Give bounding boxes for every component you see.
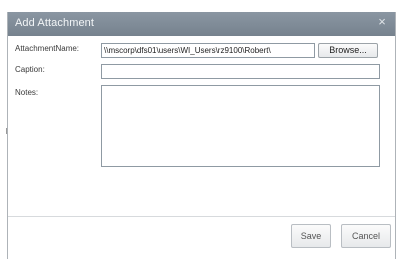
caption-label: Caption: (15, 65, 45, 74)
browse-button[interactable]: Browse... (318, 43, 378, 58)
close-icon[interactable]: × (375, 15, 389, 29)
attachment-name-value: \\mscorp\dfs01\users\WI_Users\rz9100\Rob… (104, 46, 271, 55)
caption-input[interactable] (101, 64, 380, 79)
notes-label: Notes: (15, 88, 39, 97)
dialog-titlebar[interactable]: Add Attachment × (8, 12, 395, 36)
attachment-name-field[interactable]: \\mscorp\dfs01\users\WI_Users\rz9100\Rob… (101, 43, 315, 58)
cancel-button[interactable]: Cancel (341, 224, 391, 248)
save-button[interactable]: Save (291, 224, 331, 248)
footer-divider (8, 216, 395, 217)
dialog-title: Add Attachment (15, 17, 95, 29)
attachment-name-label: AttachmentName: (15, 44, 80, 53)
notes-textarea[interactable] (101, 85, 380, 167)
add-attachment-dialog: Add Attachment × AttachmentName: \\mscor… (7, 12, 396, 259)
